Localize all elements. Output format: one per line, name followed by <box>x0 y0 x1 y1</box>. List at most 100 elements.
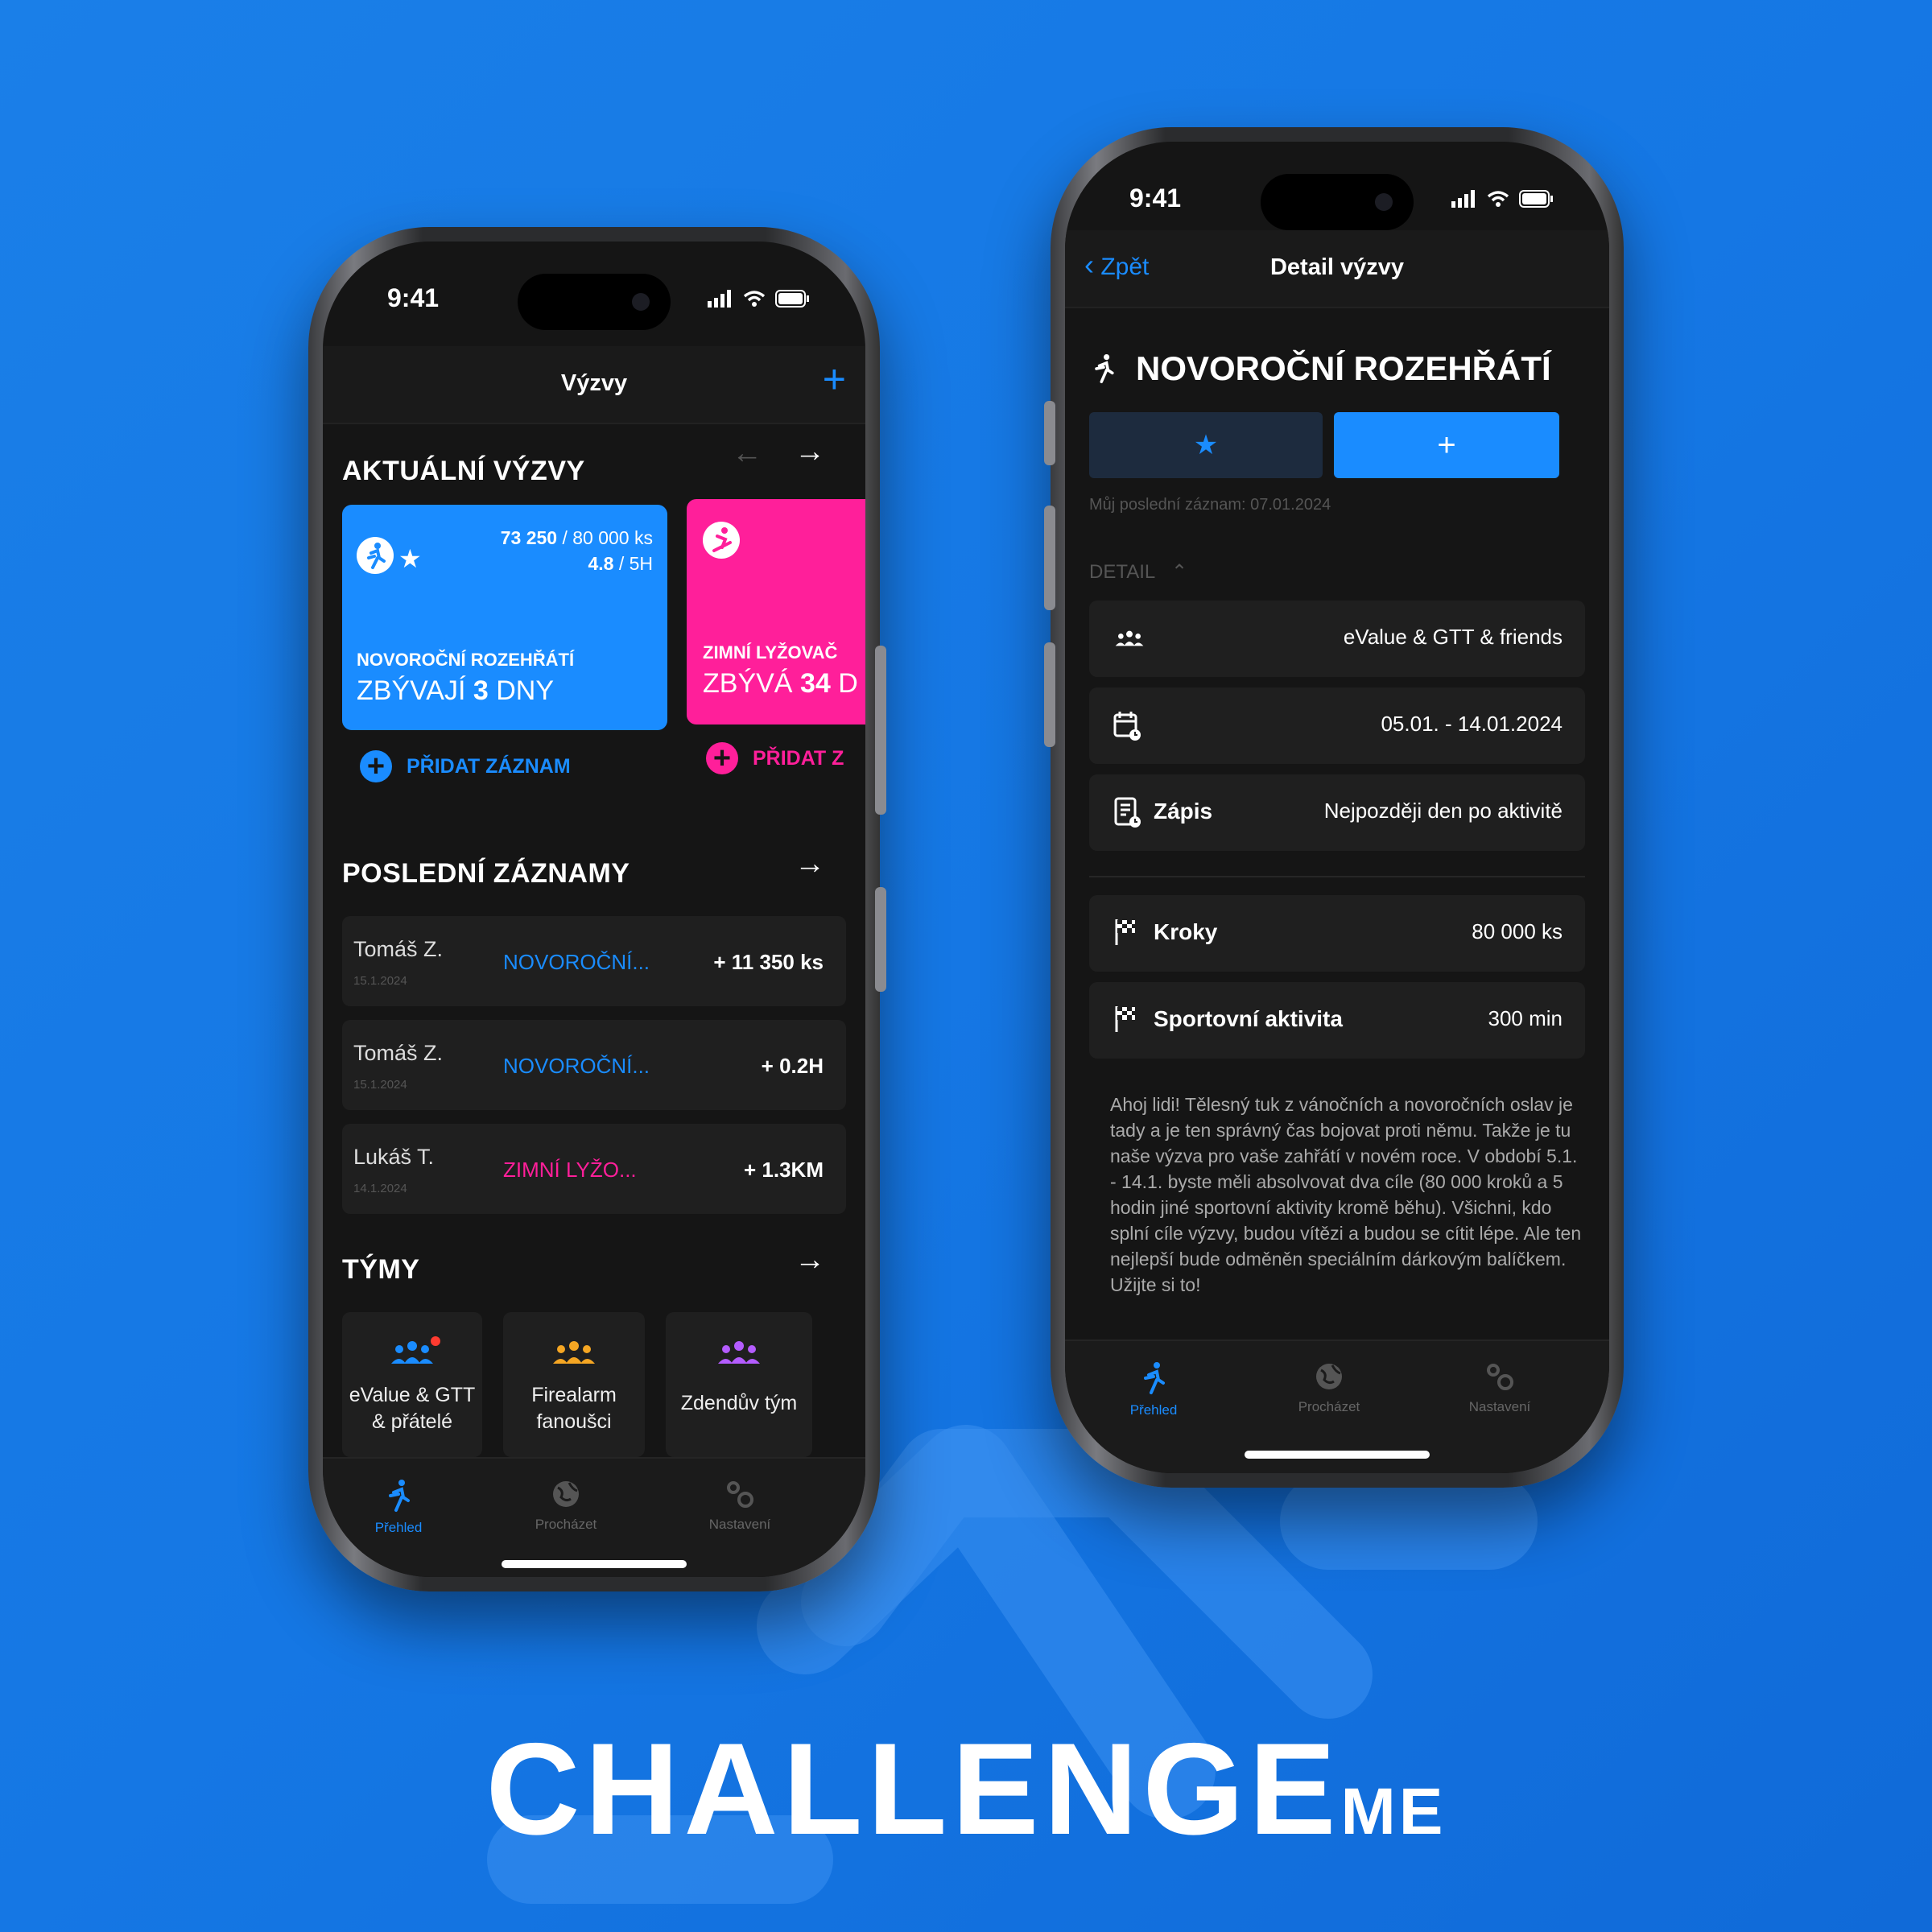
tab-settings[interactable]: Nastavení <box>675 1478 804 1533</box>
card2-remaining-suffix: D <box>830 668 858 699</box>
gears-icon <box>1487 1364 1513 1390</box>
goal-value: 80 000 ks <box>1472 919 1563 943</box>
records-arrow-button[interactable]: → <box>795 847 825 881</box>
star-icon: ★ <box>1193 430 1219 460</box>
challenge-title: NOVOROČNÍ ROZEHŘÁTÍ <box>1136 349 1551 387</box>
goal-label: Sportovní aktivita <box>1154 1006 1343 1031</box>
record-value: + 0.2H <box>761 1054 824 1078</box>
document-clock-icon <box>1114 797 1141 828</box>
goal-label: Kroky <box>1154 919 1218 944</box>
add-challenge-button[interactable]: + <box>823 359 846 399</box>
tab-settings-label: Nastavení <box>708 1517 771 1532</box>
team-card-zdenduv[interactable]: Zdendův tým <box>666 1312 812 1457</box>
team-value: eValue & GTT & friends <box>1343 625 1563 649</box>
tab-browse-label: Procházet <box>535 1517 597 1532</box>
card2-remaining-days: 34 <box>799 668 831 699</box>
rating-total: / 5H <box>618 553 653 574</box>
left-phone: 9:41 Výzvy + AKTUÁLNÍ VÝZVY ← → ★ 73 250… <box>308 227 886 1591</box>
record-row[interactable]: Tomáš Z. 15.1.2024 NOVOROČNÍ... + 0.2H <box>342 1020 846 1110</box>
add-record-button[interactable]: + PŘIDAT ZÁZNAM <box>360 750 571 782</box>
nav-title: Výzvy <box>560 370 628 396</box>
detail-team-row: eValue & GTT & friends <box>1089 601 1585 677</box>
tab-browse[interactable]: Procházet <box>502 1478 630 1533</box>
team-icon <box>1115 630 1144 646</box>
current-challenges-title: AKTUÁLNÍ VÝZVY <box>342 456 585 486</box>
runner-icon <box>1144 1362 1165 1394</box>
ski-badge-icon <box>703 522 740 559</box>
favorite-button[interactable]: ★ <box>1089 412 1323 478</box>
next-arrow-button[interactable]: → <box>795 435 825 469</box>
wifi-icon <box>743 291 766 307</box>
star-icon: ★ <box>398 544 422 573</box>
team-name-line2: fanoušci <box>536 1410 612 1433</box>
tab-settings[interactable]: Nastavení <box>1435 1360 1564 1415</box>
battery-icon <box>775 290 809 308</box>
brand-main: CHALLENGE <box>485 1716 1341 1862</box>
record-challenge: NOVOROČNÍ... <box>503 950 650 974</box>
tab-browse[interactable]: Procházet <box>1265 1360 1393 1415</box>
tab-bar: Přehled Procházet Nastavení <box>1065 1340 1609 1473</box>
record-user: Lukáš T. <box>353 1145 435 1169</box>
tab-overview[interactable]: Přehled <box>334 1478 463 1536</box>
team-icon <box>553 1341 595 1364</box>
tab-overview[interactable]: Přehled <box>1089 1360 1218 1418</box>
power-button <box>875 646 886 815</box>
record-row[interactable]: Tomáš Z. 15.1.2024 NOVOROČNÍ... + 11 350… <box>342 916 846 1006</box>
goal-value: 300 min <box>1488 1006 1563 1030</box>
battery-icon <box>1519 190 1553 208</box>
home-indicator <box>502 1560 687 1568</box>
left-screen: 9:41 Výzvy + AKTUÁLNÍ VÝZVY ← → ★ 73 250… <box>323 242 865 1577</box>
card2-challenge-name: ZIMNÍ LYŽOVAČ <box>703 642 838 663</box>
challenge-card-novorocni[interactable]: ★ 73 250 / 80 000 ks 4.8 / 5H NOVOROČNÍ … <box>342 505 667 730</box>
status-time: 9:41 <box>387 283 440 312</box>
prev-arrow-button[interactable]: ← <box>732 436 762 471</box>
status-time: 9:41 <box>1129 184 1182 213</box>
detail-dates-row: 05.01. - 14.01.2024 <box>1089 687 1585 764</box>
team-card-evalue[interactable]: eValue & GTT & přátelé <box>342 1312 482 1457</box>
record-row[interactable]: Lukáš T. 14.1.2024 ZIMNÍ LYŽO... + 1.3KM <box>342 1124 846 1214</box>
challenge-header: NOVOROČNÍ ROZEHŘÁTÍ <box>1089 349 1551 388</box>
record-value: + 1.3KM <box>744 1158 824 1182</box>
tab-overview-label: Přehled <box>1129 1402 1178 1418</box>
remaining-days: 3 <box>473 675 489 706</box>
home-indicator <box>1245 1451 1430 1459</box>
brand-suffix: ME <box>1340 1775 1447 1848</box>
add-record-label: PŘIDAT ZÁZNAM <box>407 754 571 778</box>
team-name-line1: eValue & GTT <box>349 1384 476 1406</box>
record-challenge: ZIMNÍ LYŽO... <box>503 1158 637 1182</box>
gears-icon <box>727 1481 753 1508</box>
team-name-line1: Zdendův tým <box>680 1392 798 1414</box>
checkered-flag-icon <box>1115 1006 1135 1032</box>
signal-icon <box>1451 190 1475 208</box>
record-date: 15.1.2024 <box>353 1078 407 1092</box>
card-challenge-name: NOVOROČNÍ ROZEHŘÁTÍ <box>357 650 575 670</box>
add-record-button[interactable]: + <box>1334 412 1559 478</box>
detail-label: DETAIL <box>1089 561 1155 583</box>
status-bar: 9:41 <box>323 283 865 324</box>
right-phone: 9:41 ‹ Zpět Detail výzvy NOVOROČNÍ ROZEH… <box>1044 127 1624 1488</box>
wifi-icon <box>1487 191 1509 207</box>
record-date: 14.1.2024 <box>353 1182 407 1195</box>
tab-settings-label: Nastavení <box>1468 1399 1531 1414</box>
record-date: 15.1.2024 <box>353 974 407 988</box>
tab-browse-label: Procházet <box>1298 1399 1360 1414</box>
card2-remaining-prefix: ZBÝVÁ <box>703 668 800 699</box>
record-value: + 11 350 ks <box>713 950 824 974</box>
checkered-flag-icon <box>1115 919 1135 945</box>
challenge-card-zimni[interactable]: ZIMNÍ LYŽOVAČ ZBÝVÁ 34 D <box>687 499 865 724</box>
tab-bar: Přehled Procházet Nastavení <box>323 1457 865 1577</box>
record-challenge: NOVOROČNÍ... <box>503 1054 650 1078</box>
team-card-firealarm[interactable]: Firealarm fanoušci <box>503 1312 645 1457</box>
challenge-description: Ahoj lidi! Tělesný tuk z vánočních a nov… <box>1110 1094 1582 1295</box>
remaining-prefix: ZBÝVAJÍ <box>357 675 473 706</box>
notification-dot <box>431 1336 440 1346</box>
teams-arrow-button[interactable]: → <box>795 1243 825 1278</box>
runner-badge-icon <box>357 537 394 574</box>
runner-icon <box>389 1480 410 1512</box>
detail-toggle[interactable]: DETAIL ⌃ <box>1089 560 1187 584</box>
brand-wordmark: CHALLENGEME <box>0 1715 1932 1864</box>
side-button <box>875 887 886 992</box>
signal-icon <box>708 290 731 308</box>
calendar-clock-icon <box>1113 712 1141 741</box>
add-record-button-2[interactable]: + PŘIDAT Z <box>706 742 844 774</box>
